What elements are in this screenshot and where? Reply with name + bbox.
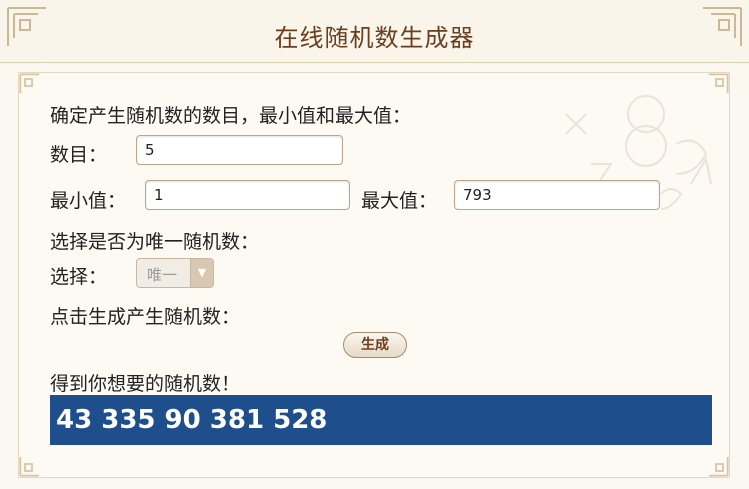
result-prompt: 得到你想要的随机数！ xyxy=(50,373,241,395)
count-input[interactable] xyxy=(136,135,343,165)
chevron-down-icon: ▼ xyxy=(190,259,213,287)
page-title: 在线随机数生成器 xyxy=(274,24,475,52)
corner-ornament-panel-bottom-left-icon xyxy=(18,450,46,478)
generate-button[interactable]: 生成 xyxy=(343,332,407,358)
corner-ornament-panel-top-left-icon xyxy=(18,72,46,100)
unique-prompt: 选择是否为唯一随机数： xyxy=(50,231,260,253)
generate-prompt: 点击生成产生随机数： xyxy=(50,306,241,328)
choose-label: 选择： xyxy=(50,266,108,288)
unique-select[interactable]: 唯一 ▼ xyxy=(136,258,214,288)
max-label: 最大值： xyxy=(361,190,438,212)
min-input[interactable] xyxy=(145,180,350,210)
max-input[interactable] xyxy=(454,180,660,210)
page-header: 在线随机数生成器 xyxy=(0,0,749,63)
result-display: 43 335 90 381 528 xyxy=(50,395,712,445)
unique-select-value: 唯一 xyxy=(147,266,178,284)
intro-text: 确定产生随机数的数目，最小值和最大值： xyxy=(50,105,412,127)
corner-ornament-panel-bottom-right-icon xyxy=(702,450,730,478)
count-label: 数目： xyxy=(50,144,108,166)
min-label: 最小值： xyxy=(50,190,127,212)
